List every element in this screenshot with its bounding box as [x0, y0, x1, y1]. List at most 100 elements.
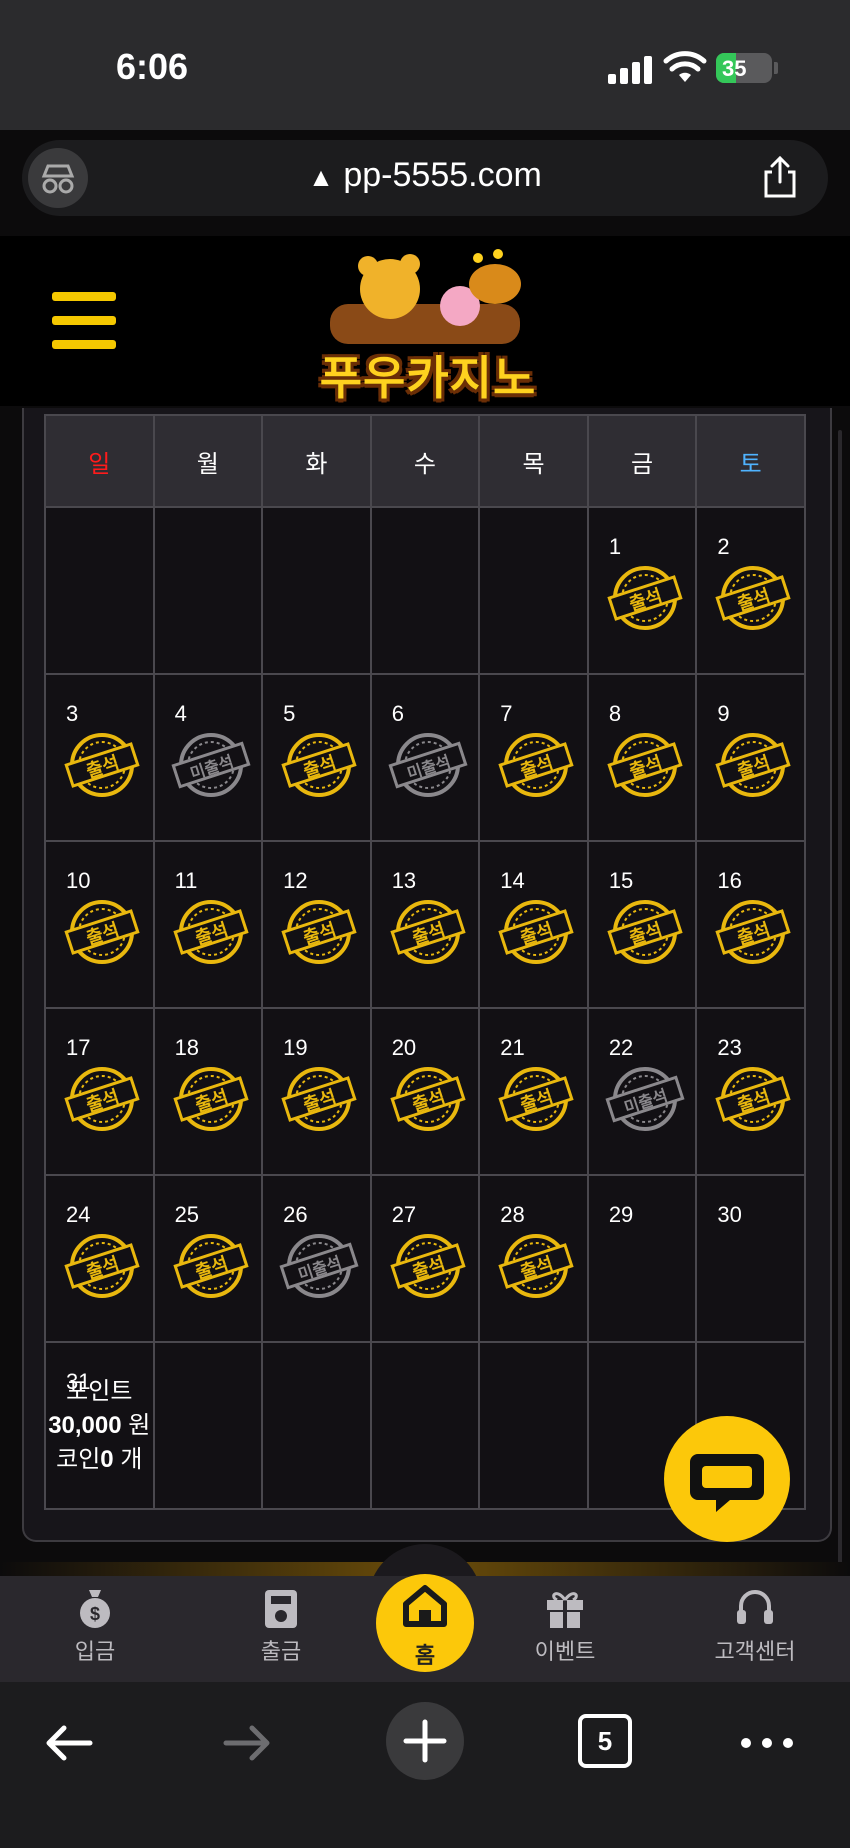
- status-time: 6:06: [116, 46, 189, 87]
- absent-stamp-icon: 미출석: [279, 1234, 359, 1298]
- attended-stamp-icon: 출석: [715, 1067, 792, 1131]
- forward-arrow-icon[interactable]: [212, 1708, 282, 1778]
- nav-event[interactable]: 이벤트: [490, 1586, 640, 1666]
- calendar-day-21: 21 출석: [478, 1007, 589, 1176]
- day-number: 29: [608, 1202, 634, 1227]
- calendar-day-11: 11 출석: [152, 840, 264, 1009]
- back-arrow-icon[interactable]: [34, 1708, 104, 1778]
- menu-icon[interactable]: [52, 292, 116, 352]
- calendar-cell-empty: [152, 1341, 264, 1510]
- nav-withdraw-label: 출금: [260, 1639, 302, 1664]
- nav-withdraw[interactable]: 출금: [206, 1586, 356, 1666]
- calendar-day-22: 22 미출석: [586, 1007, 698, 1176]
- day-number: 1: [608, 534, 622, 559]
- day-number: 28: [500, 1202, 525, 1227]
- points-summary: 포인트 30,000 원 코인0 개: [46, 1375, 153, 1477]
- attended-stamp-icon: 출석: [607, 566, 683, 630]
- calendar-day-30: 30: [695, 1174, 806, 1343]
- address-bar[interactable]: ▲ pp-5555.com: [22, 140, 828, 216]
- more-options-icon[interactable]: [732, 1708, 802, 1778]
- attended-stamp-icon: 출석: [389, 1067, 466, 1131]
- day-number: 22: [608, 1035, 634, 1060]
- attended-stamp-icon: 출석: [172, 900, 249, 964]
- calendar-day-20: 20 출석: [369, 1007, 481, 1176]
- attended-stamp-icon: 출석: [389, 1234, 466, 1298]
- attended-stamp-icon: 출석: [172, 1234, 249, 1298]
- day-number: 5: [283, 701, 296, 726]
- calendar-day-14: 14 출석: [478, 840, 589, 1009]
- calendar-day-8: 8 출석: [586, 673, 698, 842]
- calendar-day-25: 25 출석: [152, 1174, 264, 1343]
- nav-home[interactable]: 홈: [376, 1574, 474, 1672]
- calendar-day-3: 3 출석: [44, 673, 155, 842]
- absent-stamp-icon: 미출석: [388, 733, 468, 797]
- battery-level: 35: [722, 56, 747, 81]
- calendar-cell-empty: [261, 506, 372, 675]
- attended-stamp-icon: 출석: [715, 733, 792, 797]
- calendar-day-2: 2 출석: [695, 506, 806, 675]
- nav-support-label: 고객센터: [714, 1639, 796, 1664]
- wifi-icon: [663, 51, 707, 82]
- day-number: 15: [608, 868, 634, 893]
- day-number: 18: [174, 1035, 200, 1060]
- attended-stamp-icon: 출석: [281, 733, 357, 797]
- calendar-day-15: 15 출석: [586, 840, 698, 1009]
- points-unit: 원: [128, 1412, 151, 1439]
- attended-stamp-icon: 출석: [715, 900, 792, 964]
- day-number: 16: [717, 868, 742, 893]
- site-logo[interactable]: 푸우카지노: [300, 244, 550, 404]
- day-number: 4: [174, 701, 187, 726]
- day-number: 27: [391, 1202, 417, 1227]
- chat-button[interactable]: [664, 1416, 790, 1542]
- atm-icon: [265, 1590, 297, 1628]
- attended-stamp-icon: 출석: [281, 1067, 357, 1131]
- calendar-day-29: 29: [586, 1174, 698, 1343]
- attended-stamp-icon: 출석: [64, 900, 140, 964]
- attended-stamp-icon: 출석: [607, 900, 683, 964]
- calendar-day-4: 4 미출석: [152, 673, 264, 842]
- url-text[interactable]: ▲ pp-5555.com: [22, 156, 828, 195]
- calendar-day-10: 10 출석: [44, 840, 155, 1009]
- points-label: 포인트: [66, 1378, 133, 1405]
- attended-stamp-icon: 출석: [172, 1067, 249, 1131]
- calendar-day-1: 1 출석: [586, 506, 698, 675]
- scrollbar[interactable]: [838, 430, 842, 1610]
- calendar-day-17: 17 출석: [44, 1007, 155, 1176]
- calendar-day-9: 9 출석: [695, 673, 806, 842]
- attended-stamp-icon: 출석: [498, 1067, 574, 1131]
- nav-support[interactable]: 고객센터: [680, 1586, 830, 1666]
- chat-icon: [690, 1454, 764, 1512]
- day-number: 26: [283, 1202, 308, 1227]
- tab-count-button[interactable]: 5: [578, 1714, 632, 1768]
- calendar-day-12: 12 출석: [261, 840, 372, 1009]
- new-tab-button[interactable]: [386, 1702, 464, 1780]
- nav-deposit[interactable]: $ 입금: [20, 1586, 170, 1666]
- battery-icon: 35: [716, 53, 772, 83]
- day-number: 14: [500, 868, 525, 893]
- calendar-cell-empty: [478, 1341, 589, 1510]
- day-number: 7: [500, 701, 513, 726]
- day-number: 24: [66, 1202, 91, 1227]
- weekday-wed: 수: [369, 414, 481, 508]
- calendar-cell-empty: [152, 506, 264, 675]
- day-number: 3: [66, 701, 79, 726]
- calendar-day-5: 5 출석: [261, 673, 372, 842]
- gift-icon: [547, 1592, 583, 1628]
- calendar-day-13: 13 출석: [369, 840, 481, 1009]
- day-number: 23: [717, 1035, 742, 1060]
- day-number: 19: [283, 1035, 308, 1060]
- calendar-cell-empty: [478, 506, 589, 675]
- attended-stamp-icon: 출석: [715, 566, 792, 630]
- weekday-sun: 일: [44, 414, 155, 508]
- day-number: 30: [717, 1202, 742, 1227]
- share-icon[interactable]: [760, 154, 800, 200]
- attended-stamp-icon: 출석: [64, 1067, 140, 1131]
- svg-text:$: $: [90, 1604, 100, 1624]
- nav-home-label: 홈: [414, 1643, 436, 1668]
- attended-stamp-icon: 출석: [498, 900, 574, 964]
- attendance-calendar: 일 월 화 수 목 금 토 1 출석 2 출석 3 출석 4 미출석 5 출석 6 미출석 …: [44, 414, 806, 1510]
- calendar-day-18: 18 출석: [152, 1007, 264, 1176]
- day-number: 17: [66, 1035, 91, 1060]
- browser-toolbar: 5: [0, 1682, 850, 1848]
- day-number: 13: [391, 868, 417, 893]
